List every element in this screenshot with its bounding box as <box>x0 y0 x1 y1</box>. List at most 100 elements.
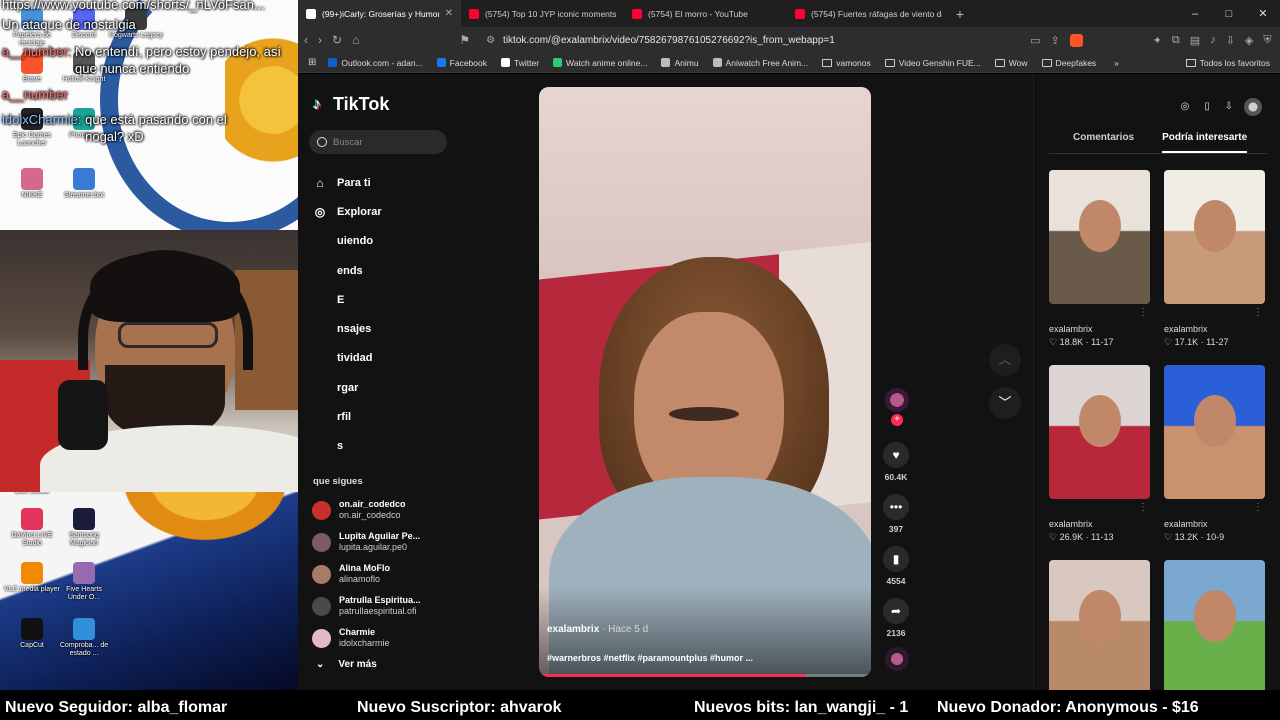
reload-icon[interactable]: ↻ <box>332 33 342 47</box>
puzzle-icon[interactable]: ⧉ <box>1172 34 1180 47</box>
more-options-icon[interactable]: ⋮ <box>1138 307 1148 318</box>
tab-suggested[interactable]: Podría interesarte <box>1162 132 1248 153</box>
desktop-icon[interactable]: CapCut <box>4 618 60 650</box>
bookmark-item[interactable]: Watch anime online... <box>553 58 647 68</box>
video-hashtags[interactable]: #warnerbros #netflix #paramountplus #hum… <box>547 653 753 663</box>
browser-tab[interactable]: (99+)iCarly: Groserías y Humor d... ✕ <box>298 0 461 27</box>
following-account[interactable]: on.air_codedco on.air_codedco <box>312 494 421 526</box>
card-username[interactable]: exalambrix <box>1049 324 1150 334</box>
tab-comments[interactable]: Comentarios <box>1049 132 1134 153</box>
close-tab-icon[interactable]: ✕ <box>445 8 453 19</box>
video-thumbnail[interactable] <box>1049 170 1150 304</box>
browser-tab[interactable]: (5754) Top 10 JYP iconic moments #j... <box>461 0 624 27</box>
nav-item[interactable]: rfil <box>313 402 382 431</box>
more-options-icon[interactable]: ⋮ <box>1138 502 1148 513</box>
bookmark-item[interactable]: Twitter <box>501 58 539 68</box>
apps-icon[interactable]: ⊞ <box>308 57 316 68</box>
desktop-icon[interactable]: DaVinci LIVE Studio <box>4 508 60 548</box>
close-window-button[interactable]: ✕ <box>1246 0 1280 27</box>
comment-button[interactable]: ••• 397 <box>881 494 911 534</box>
compass-icon[interactable]: ◎ <box>1178 100 1192 114</box>
maximize-button[interactable]: □ <box>1212 0 1246 27</box>
card-username[interactable]: exalambrix <box>1164 324 1265 334</box>
desktop-icon[interactable]: Comproba... de estado ... <box>56 618 112 658</box>
url-field[interactable]: ⚙ tiktok.com/@exalambrix/video/758267987… <box>480 30 1020 50</box>
suggested-video-card[interactable] <box>1049 560 1150 694</box>
browser-tab[interactable]: (5754) El morro - YouTube <box>624 0 787 27</box>
home-icon[interactable]: ⌂ <box>352 33 359 47</box>
nav-item[interactable]: tividad <box>313 344 382 373</box>
desktop-icon[interactable]: Streamer.bot <box>56 168 112 200</box>
vpn-icon[interactable]: ⛨ <box>1263 34 1271 47</box>
bookmark-item[interactable]: Aniwatch Free Anim... <box>712 58 808 68</box>
desktop-icon[interactable]: Samsung Magician <box>56 508 112 548</box>
bookmark-item[interactable]: vamonos <box>822 58 871 68</box>
creator-avatar[interactable] <box>885 388 909 412</box>
card-username[interactable]: exalambrix <box>1164 519 1265 529</box>
video-thumbnail[interactable] <box>1164 170 1265 304</box>
more-options-icon[interactable]: ⋮ <box>1253 307 1263 318</box>
all-bookmarks[interactable]: Todos los favoritos <box>1185 58 1270 68</box>
new-tab-button[interactable]: + <box>950 0 970 27</box>
suggested-video-card[interactable] <box>1164 560 1265 694</box>
follow-plus-icon[interactable]: + <box>891 414 903 426</box>
phone-icon[interactable]: ▯ <box>1200 100 1214 114</box>
see-more-button[interactable]: ⌄ Ver más <box>316 659 377 670</box>
bookmark-item[interactable]: Wow <box>994 58 1028 68</box>
suggested-video-card[interactable]: ⋮ exalambrix ♡ 17.1K · 11-27 <box>1164 170 1265 348</box>
nav-item[interactable]: nsajes <box>313 314 382 343</box>
nav-item[interactable]: uiendo <box>313 227 382 256</box>
desktop-icon[interactable]: NIKKE <box>4 168 60 200</box>
bookmark-page-icon[interactable]: ⚑ <box>459 33 470 47</box>
browser-tab[interactable]: (5754) Fuertes ráfagas de viento dem... <box>787 0 950 27</box>
video-thumbnail[interactable] <box>1049 365 1150 499</box>
share-icon[interactable]: ⇪ <box>1050 34 1059 47</box>
save-button[interactable]: ▮ 4554 <box>881 546 911 586</box>
nav-item[interactable]: rgar <box>313 373 382 402</box>
brave-shields-icon[interactable] <box>1069 33 1083 47</box>
back-icon[interactable]: ‹ <box>304 33 308 47</box>
video-thumbnail[interactable] <box>1164 560 1265 694</box>
video-author[interactable]: exalambrix · Hace 5 d <box>547 624 648 635</box>
search-input[interactable]: Buscar <box>309 130 447 154</box>
tiktok-logo[interactable]: ♪ TikTok <box>313 94 389 115</box>
bookmark-item[interactable]: Video Genshin FUE... <box>884 58 981 68</box>
nav-item[interactable]: ◎ Explorar <box>313 197 382 226</box>
extension-icon[interactable]: ✦ <box>1153 34 1162 47</box>
next-video-button[interactable]: ﹀ <box>989 387 1021 419</box>
site-info-icon[interactable]: ⚙ <box>486 35 495 46</box>
music-icon[interactable]: ♪ <box>1210 34 1216 47</box>
card-username[interactable]: exalambrix <box>1049 519 1150 529</box>
bookmarks-more[interactable]: » <box>1114 58 1119 68</box>
video-thumbnail[interactable] <box>1164 365 1265 499</box>
video-progress[interactable] <box>539 674 871 677</box>
suggested-video-card[interactable]: ⋮ exalambrix ♡ 13.2K · 10-9 <box>1164 365 1265 543</box>
bookmark-item[interactable]: Deepfakes <box>1041 58 1096 68</box>
desktop-icon[interactable]: VLC media player <box>4 562 60 594</box>
music-disc-icon[interactable] <box>885 647 909 671</box>
bookmark-item[interactable]: Animu <box>661 58 699 68</box>
video-player[interactable]: exalambrix · Hace 5 d #warnerbros #netfl… <box>539 87 871 677</box>
video-username[interactable]: exalambrix <box>547 624 599 635</box>
suggested-video-card[interactable]: ⋮ exalambrix ♡ 18.8K · 11-17 <box>1049 170 1150 348</box>
desktop-icon[interactable]: Five Hearts Under O... <box>56 562 112 602</box>
like-button[interactable]: ♥ 60.4K <box>881 442 911 482</box>
nav-item[interactable]: ends <box>313 256 382 285</box>
following-account[interactable]: Lupita Aguilar Pe... lupita.aguilar.pe0 <box>312 526 421 558</box>
nav-item[interactable]: E <box>313 285 382 314</box>
minimize-button[interactable]: – <box>1178 0 1212 27</box>
video-thumbnail[interactable] <box>1049 560 1150 694</box>
suggested-video-card[interactable]: ⋮ exalambrix ♡ 26.9K · 11-13 <box>1049 365 1150 543</box>
more-options-icon[interactable]: ⋮ <box>1253 502 1263 513</box>
sidebar-icon[interactable]: ▤ <box>1190 34 1200 47</box>
following-account[interactable]: Patrulla Espiritua... patrullaespiritual.… <box>312 590 421 622</box>
following-account[interactable]: Charmie idolxcharmie <box>312 622 421 654</box>
share-button[interactable]: ➦ 2136 <box>881 598 911 638</box>
forward-icon[interactable]: › <box>318 33 322 47</box>
download-icon[interactable]: ⇩ <box>1222 100 1236 114</box>
nav-item[interactable]: s <box>313 432 382 461</box>
bookmark-item[interactable]: Outlook.com - adan... <box>328 58 423 68</box>
reader-icon[interactable]: ▭ <box>1030 34 1040 47</box>
previous-video-button[interactable]: ︿ <box>989 344 1021 376</box>
following-account[interactable]: Alina MoFlo alinamoflo <box>312 558 421 590</box>
